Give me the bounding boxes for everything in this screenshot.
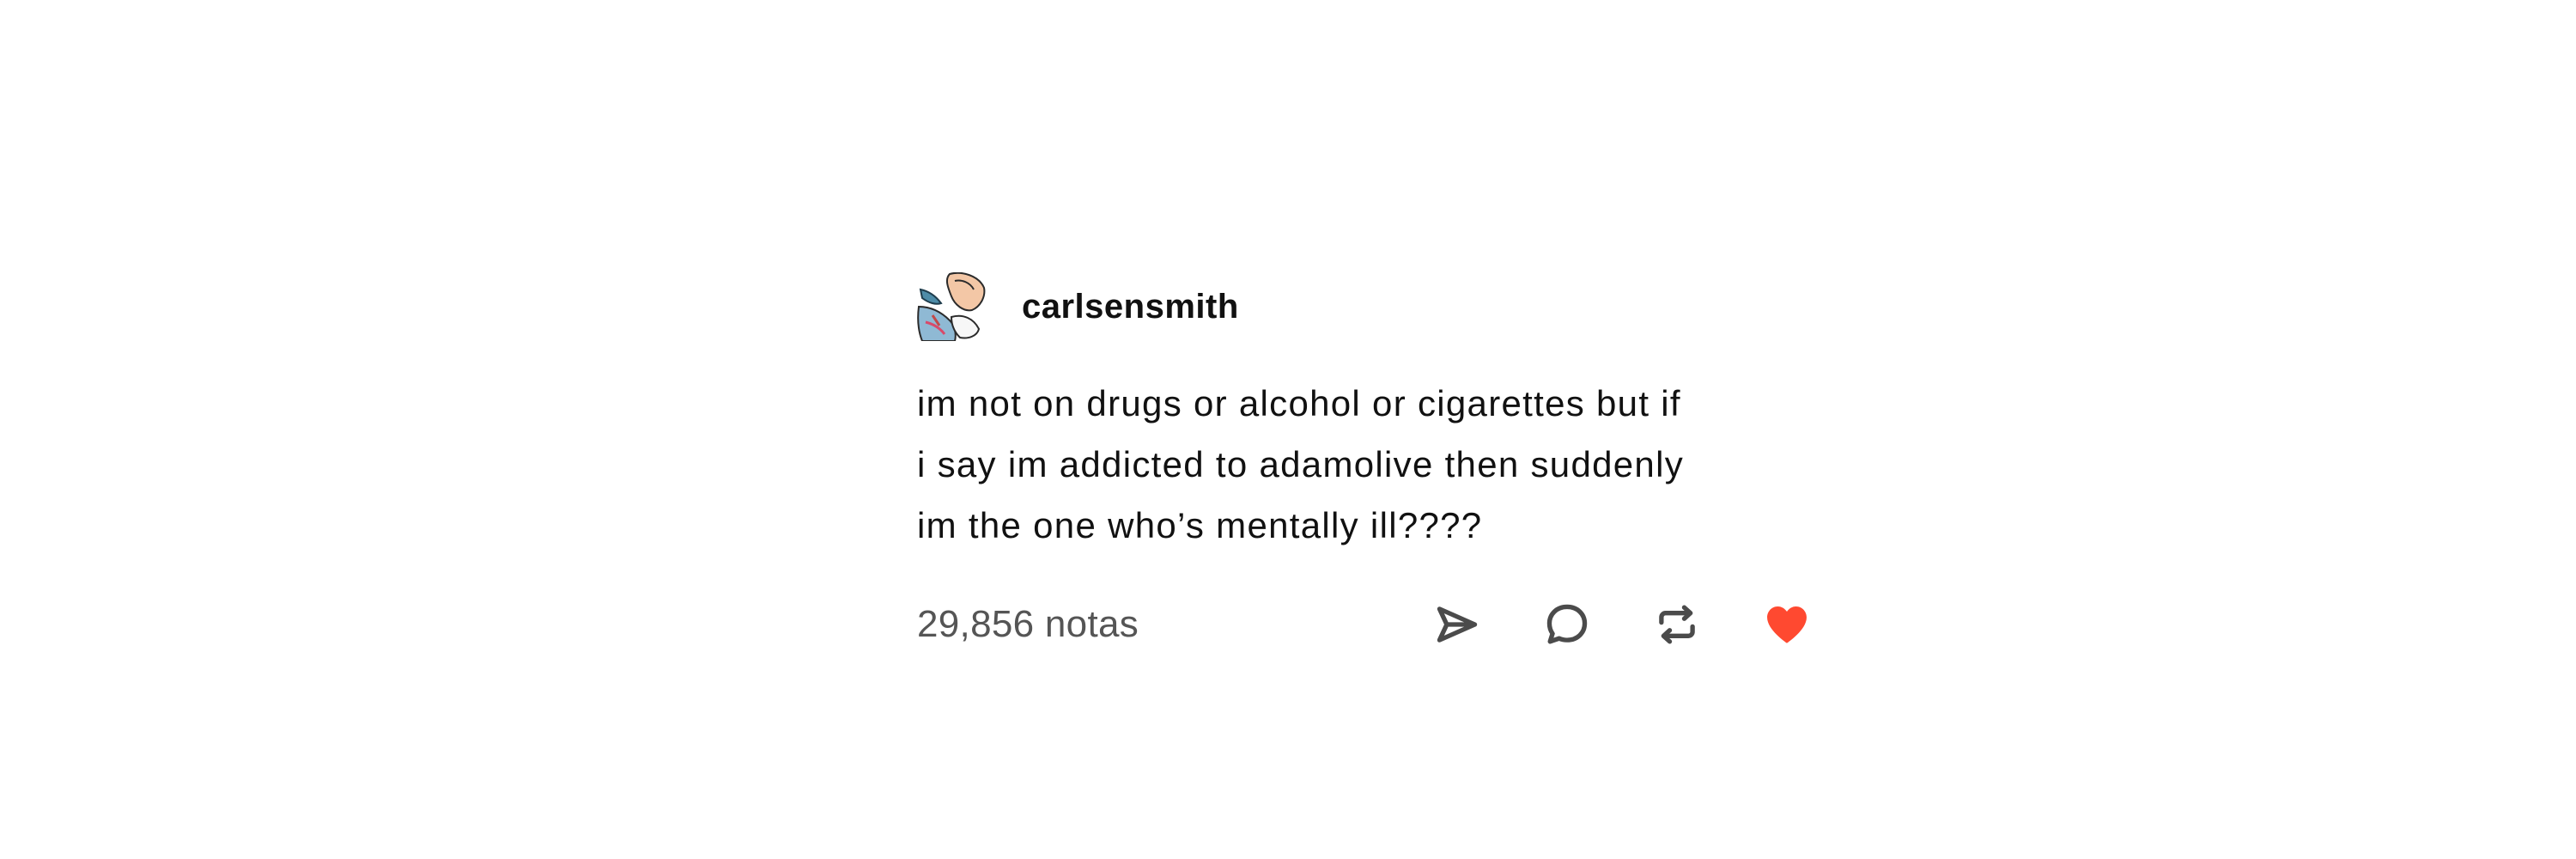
reply-button[interactable] [1537,594,1597,655]
post-header: carlsensmith [917,272,1810,341]
post-footer: 29,856 notas [917,599,1810,650]
send-icon [1437,606,1478,643]
post-text-line: i say im addicted to adamolive then sudd… [917,444,1685,484]
heart-icon [1767,606,1807,643]
post-text-line: im the one who’s mentally ill???? [917,505,1483,545]
like-button[interactable] [1757,594,1817,655]
avatar-illustration-icon [917,272,986,341]
notes-count[interactable]: 29,856 notas [917,603,1139,646]
post-actions [1377,594,1817,655]
reblog-icon [1659,605,1695,644]
post-text-line: im not on drugs or alcohol or cigarettes… [917,383,1681,423]
chat-bubble-icon [1546,604,1588,644]
post-card: carlsensmith im not on drugs or alcohol … [917,272,1810,650]
avatar[interactable] [917,272,986,341]
share-button[interactable] [1427,594,1487,655]
username[interactable]: carlsensmith [1022,288,1239,326]
post-text: im not on drugs or alcohol or cigarettes… [917,373,1810,556]
reblog-button[interactable] [1647,594,1707,655]
